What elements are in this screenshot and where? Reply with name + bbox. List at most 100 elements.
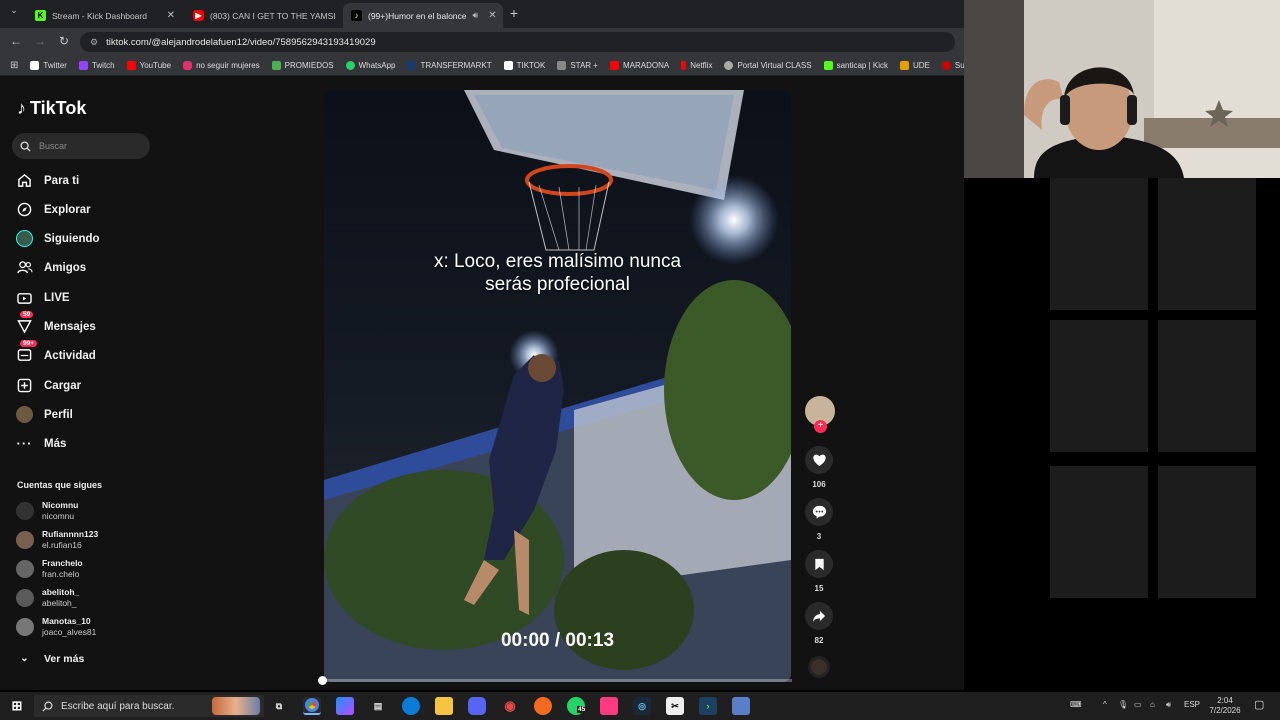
- bookmark-item[interactable]: TRANSFERMARKT: [407, 61, 492, 70]
- like-button[interactable]: 106: [805, 446, 833, 489]
- nav-cargar[interactable]: Cargar: [16, 377, 81, 394]
- nav-label: Mensajes: [44, 320, 96, 333]
- bookmark-item[interactable]: Portal Virtual CLASS: [724, 61, 812, 70]
- discord-icon[interactable]: [468, 697, 486, 715]
- bookmark-item[interactable]: WhatsApp: [345, 61, 395, 70]
- following-account[interactable]: Franchelo fran.chelo: [16, 558, 83, 580]
- video-progress-bar[interactable]: [322, 679, 792, 682]
- back-icon[interactable]: ←: [8, 34, 24, 48]
- follow-plus-icon[interactable]: +: [814, 420, 827, 433]
- bookmark-item[interactable]: PROMIEDOS: [271, 61, 334, 70]
- bookmark-item[interactable]: Netflix: [681, 61, 712, 70]
- network-icon[interactable]: ⌂: [1150, 700, 1155, 709]
- reload-icon[interactable]: ↻: [56, 34, 72, 48]
- tiktok-logo[interactable]: ♪ TikTok: [17, 98, 86, 119]
- speaker-icon[interactable]: 🔊︎: [473, 10, 479, 21]
- youtube-icon: ▶: [193, 10, 204, 21]
- bookmark-item[interactable]: Twitch: [78, 61, 115, 70]
- task-view-icon[interactable]: ⧉: [270, 697, 288, 715]
- forward-icon[interactable]: →: [32, 34, 48, 48]
- video-thumbnail-placeholder[interactable]: [1158, 466, 1256, 598]
- tray-chevron-up-icon[interactable]: ^: [1103, 700, 1107, 709]
- tiktok-page: ♪ TikTok Buscar Para ti Explorar Siguien…: [0, 76, 964, 690]
- chrome-icon[interactable]: [303, 697, 321, 715]
- progress-scrubber[interactable]: [318, 676, 327, 685]
- nav-mensajes[interactable]: 59 Mensajes: [16, 311, 96, 335]
- taskbar-search-input[interactable]: Escribe aquí para buscar.: [34, 695, 264, 717]
- video-player[interactable]: x: Loco, eres malísimo nunca serás profe…: [324, 90, 791, 682]
- nav-para-ti[interactable]: Para ti: [16, 172, 79, 189]
- nav-mas[interactable]: ··· Más: [16, 435, 67, 452]
- activity-icon: 99+: [16, 340, 38, 364]
- new-tab-button[interactable]: +: [506, 5, 522, 21]
- following-account[interactable]: abelitoh_ abelitoh_: [16, 587, 79, 609]
- nav-explorar[interactable]: Explorar: [16, 201, 91, 218]
- address-bar[interactable]: ⚙ tiktok.com/@alejandrodelafuen12/video/…: [80, 32, 955, 52]
- bookmark-item[interactable]: no seguir mujeres: [183, 61, 260, 70]
- video-thumbnail-placeholder[interactable]: [1050, 466, 1148, 598]
- steam-icon[interactable]: ◎: [633, 697, 651, 715]
- creator-avatar-button[interactable]: +: [805, 396, 835, 433]
- video-thumbnail-placeholder[interactable]: [1158, 178, 1256, 310]
- following-account[interactable]: Rufiannnn123 el.rufian16: [16, 529, 98, 551]
- volume-icon[interactable]: 🔊︎: [1166, 700, 1171, 710]
- video-thumbnail-placeholder[interactable]: [1050, 178, 1148, 310]
- copilot-icon[interactable]: [336, 697, 354, 715]
- tab-youtube[interactable]: ▶ (803) CAN I GET TO THE YAMSI ✕: [185, 3, 341, 28]
- share-icon: [805, 602, 833, 630]
- tiktok-icon: [503, 61, 513, 70]
- share-button[interactable]: 82: [805, 602, 833, 645]
- site-info-icon[interactable]: ⚙: [90, 37, 98, 48]
- bookmark-item[interactable]: TIKTOK: [503, 61, 545, 70]
- bookmark-item[interactable]: STAR +: [557, 61, 598, 70]
- bookmark-item[interactable]: MARADONA: [609, 61, 669, 70]
- file-explorer-icon[interactable]: [435, 697, 453, 715]
- video-thumbnail-placeholder[interactable]: [1158, 320, 1256, 452]
- windows-start-icon[interactable]: ⊞: [8, 697, 26, 715]
- account-name: Franchelo: [42, 558, 83, 568]
- nav-siguiendo[interactable]: Siguiendo: [16, 230, 100, 247]
- nav-actividad[interactable]: 99+ Actividad: [16, 340, 96, 364]
- tab-search-icon[interactable]: ⌄: [6, 5, 22, 16]
- bookmark-item[interactable]: UDE: [900, 61, 930, 70]
- vscode-icon[interactable]: ›: [699, 697, 717, 715]
- close-icon[interactable]: ✕: [167, 10, 175, 21]
- terminal-icon[interactable]: ▤: [369, 697, 387, 715]
- save-button[interactable]: 15: [805, 550, 833, 593]
- bookmark-item[interactable]: Twitter: [30, 61, 67, 70]
- recording-app-icon[interactable]: ◉: [501, 697, 519, 715]
- microphone-icon[interactable]: 🎙︎: [1118, 700, 1128, 709]
- display-icon[interactable]: ▭: [1134, 700, 1142, 709]
- keyboard-icon[interactable]: ⌨: [1070, 700, 1082, 709]
- edge-icon[interactable]: [402, 697, 420, 715]
- notification-icon[interactable]: ▢: [1254, 698, 1264, 711]
- whatsapp-icon[interactable]: 45: [567, 697, 587, 715]
- following-account[interactable]: Nicomnu nicomnu: [16, 500, 78, 522]
- following-account[interactable]: Manotas_10 joaco_alves81: [16, 616, 96, 638]
- tab-tiktok[interactable]: ♪ (99+)Humor en el balonce 🔊︎ ✕: [343, 3, 503, 28]
- nav-label: Explorar: [44, 203, 91, 216]
- capcut-icon[interactable]: ✂: [666, 697, 684, 715]
- search-input[interactable]: Buscar: [12, 133, 150, 159]
- account-name: Rufiannnn123: [42, 529, 99, 539]
- streaming-app-icon[interactable]: [600, 697, 618, 715]
- comment-button[interactable]: 3: [805, 498, 833, 541]
- clock[interactable]: 2:04 7/2/2026: [1208, 696, 1242, 716]
- language-indicator[interactable]: ESP: [1184, 700, 1200, 709]
- bookmark-item[interactable]: YouTube: [126, 61, 171, 70]
- basketball-app-icon[interactable]: [534, 697, 552, 715]
- shield-icon[interactable]: [732, 697, 750, 715]
- nav-amigos[interactable]: Amigos: [16, 259, 86, 276]
- upload-icon: [16, 377, 33, 394]
- bookmark-item[interactable]: santicap | Kick: [823, 61, 888, 70]
- nav-live[interactable]: LIVE: [16, 289, 70, 306]
- see-more-button[interactable]: ⌄ Ver más: [16, 650, 84, 667]
- nav-perfil[interactable]: Perfil: [16, 406, 73, 423]
- close-icon[interactable]: ✕: [488, 10, 496, 21]
- nav-label: Perfil: [44, 408, 73, 421]
- music-disc-button[interactable]: [805, 656, 833, 678]
- video-thumbnail-placeholder[interactable]: [1050, 320, 1148, 452]
- tab-kick[interactable]: K Stream - Kick Dashboard ✕: [27, 3, 183, 28]
- bookmark-item[interactable]: Sup: [941, 61, 964, 70]
- apps-grid-icon[interactable]: ⊞: [10, 60, 18, 71]
